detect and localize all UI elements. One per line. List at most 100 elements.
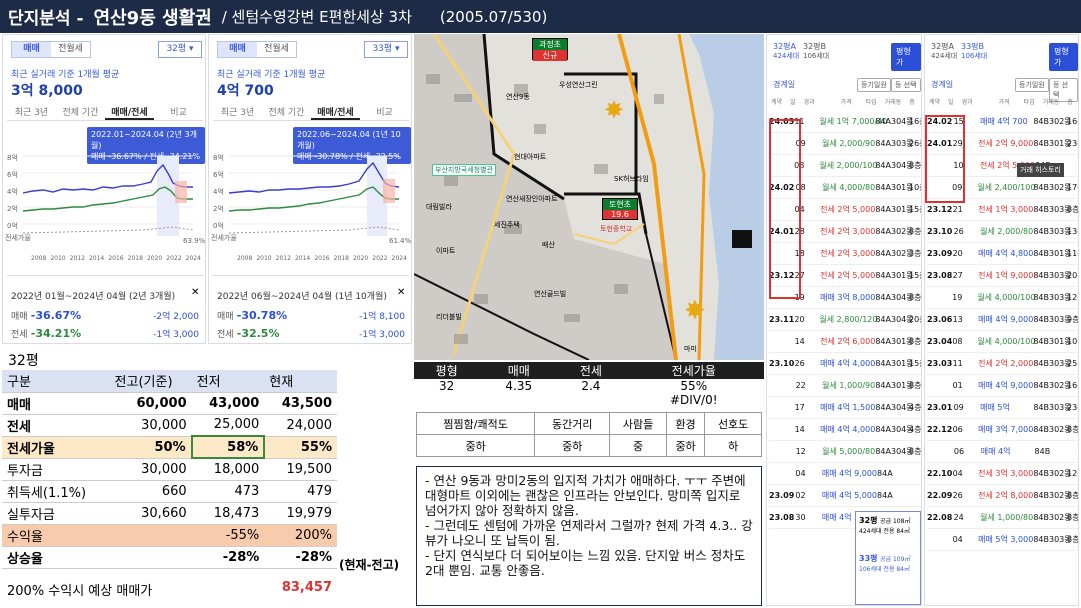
tx-price: 매매 4억 5,000: [821, 491, 878, 500]
tx-contract-month: 23.09: [927, 249, 953, 258]
tx-contract-day: 06: [952, 425, 963, 434]
tab-trade-rent[interactable]: 매매/전세: [311, 105, 360, 120]
school-marker-1[interactable]: 과정초 신규: [532, 38, 568, 61]
tx-building: 304동: [890, 161, 914, 170]
seg-rent[interactable]: 전월세: [51, 42, 90, 57]
tx-unit-type: 84A: [875, 249, 891, 258]
close-icon[interactable]: ✕: [191, 287, 199, 298]
tab-3y[interactable]: 최근 3년: [7, 105, 56, 120]
transaction-row[interactable]: 22.1004 전세 3억 3,00084B302동12층: [927, 463, 1078, 485]
tx-price: 매매 4억 9,000: [821, 469, 878, 478]
tx-unit-type: 84A: [877, 491, 893, 500]
close-icon[interactable]: ✕: [397, 287, 405, 298]
tab-all[interactable]: 전체 기간: [262, 105, 311, 120]
transaction-row[interactable]: 23.0920 매매 4억 4,80084B301동11층: [927, 243, 1078, 265]
tx-building: 302동: [1048, 183, 1072, 192]
tx-unit-type: 84B: [1033, 139, 1049, 148]
tx-floor: 9층: [1066, 315, 1079, 324]
tx-price: 월세 5,000/80: [822, 447, 876, 456]
transaction-row[interactable]: 04 매매 5억 3,000 84B 303동 8층: [927, 529, 1078, 551]
pyeong-select[interactable]: 32평 ▾: [158, 41, 202, 58]
transaction-row[interactable]: 19 월세 4,000/10084B303동12층: [927, 287, 1078, 309]
complex-star-marker-2[interactable]: ✸: [604, 96, 624, 124]
transaction-row[interactable]: 23.09 02 매매 4억 5,000 84A: [769, 485, 921, 507]
transaction-row[interactable]: 14 매매 4억 4,000 84A 304동 4층: [769, 419, 921, 441]
tx-contract-day: 08: [952, 337, 963, 346]
complex-star-marker[interactable]: ✸: [684, 296, 706, 326]
filter-button[interactable]: 등기일원: [1015, 78, 1049, 92]
tx-unit-type: 84B: [1033, 513, 1049, 522]
area-map[interactable]: 과정초 신규 토현초 19.6 ✸ ✸ 부산지방국세청별관 연산9동 우성연산그린 …: [414, 34, 764, 360]
tx-building: 302동: [1048, 381, 1072, 390]
tx-unit-type: 84B: [1033, 425, 1049, 434]
period-text: 2022년 01월~2024년 04월 (2년 3개월): [11, 292, 176, 302]
transaction-list-2: 32평A 33평B 424세대 106세대 평형가 경계일 등기일원 등 선택 …: [924, 34, 1079, 606]
transaction-row[interactable]: 04 매매 4억 9,000 84A: [769, 463, 921, 485]
tx-floor: 4층: [909, 403, 922, 412]
tx-floor: 20층: [909, 315, 921, 324]
tx-building: 301동: [891, 183, 914, 192]
avg-caption: 최근 실거래 기준 1개월 평균: [217, 70, 326, 80]
transaction-row[interactable]: 22 월세 1,000/90 84A 301동 8층: [769, 375, 921, 397]
tx-building: 301동: [891, 381, 914, 390]
tx-contract-month: 22.12: [927, 425, 953, 434]
tab-all[interactable]: 전체 기간: [56, 105, 105, 120]
trade-type-toggle[interactable]: 매매 전월세: [217, 41, 297, 58]
transaction-row[interactable]: 17 매매 4억 1,500 84A 304동 4층: [769, 397, 921, 419]
tx-unit-type: 84A: [875, 425, 891, 434]
tx-floor: 16층: [1067, 117, 1078, 126]
map-label: 세진주택: [494, 221, 520, 229]
transaction-row[interactable]: 23.0827 전세 1억 9,00084B303동20층: [927, 265, 1078, 287]
note-item: - 연산 9동과 망미2동의 입지적 가치가 애매하다. ㅜㅜ 주변에 대형마트…: [425, 473, 746, 518]
tx-contract-month: 23.06: [927, 315, 953, 324]
tab-trade-rent[interactable]: 매매/전세: [105, 105, 154, 120]
transaction-row[interactable]: 22.09 26 전세 2억 8,000 84B 302동 8층: [927, 485, 1078, 507]
transaction-row[interactable]: 23.06 13 매매 4억 9,000 84B 303동 9층: [927, 309, 1079, 331]
transaction-row[interactable]: 14 전세 2억 6,000 84A 301동 8층: [769, 331, 921, 353]
tx-price: 매매 4억 4,000: [820, 359, 876, 368]
tx-contract-day: 26: [953, 227, 964, 236]
transaction-row[interactable]: 23.1026 월세 2,000/8084B303동13층: [927, 221, 1078, 243]
tab-compare[interactable]: 비교: [360, 105, 409, 120]
transaction-row[interactable]: 06 매매 4억 84B: [927, 441, 1078, 463]
seg-trade[interactable]: 매매: [12, 42, 51, 57]
pyeong-price-button[interactable]: 평형가: [1049, 43, 1078, 71]
transaction-row[interactable]: 22.08 24 월세 1,000/80 84B 302동 8층: [927, 507, 1078, 529]
transaction-row[interactable]: 22.12 06 매매 3억 7,000 84B 302동 8층: [927, 419, 1078, 441]
seg-trade[interactable]: 매매: [218, 42, 257, 57]
tx-contract-month: 22.09: [927, 491, 953, 500]
transaction-row[interactable]: 23.1026 매매 4억 4,00084A301동15층: [769, 353, 921, 375]
transaction-row[interactable]: 23.0408 월세 4,000/10084B301동10층: [927, 331, 1078, 353]
pyeong-price-button[interactable]: 평형가: [891, 43, 921, 71]
tx-unit-type: 84B: [1033, 469, 1049, 478]
seg-rent[interactable]: 전월세: [257, 42, 296, 57]
transaction-row[interactable]: 12 월세 5,000/80 84A 304동 8층: [769, 441, 921, 463]
tab-compare[interactable]: 비교: [154, 105, 203, 120]
tx-contract-day: 12: [795, 447, 806, 456]
tx-price: 매매 4억 4,000: [820, 425, 876, 434]
tx-unit-type: 84A: [875, 117, 891, 126]
trade-type-toggle[interactable]: 매매 전월세: [11, 41, 91, 58]
tx-contract-day: 02: [795, 491, 806, 500]
filter-button[interactable]: 등 선택: [891, 78, 921, 92]
transaction-row[interactable]: 23.0311 전세 2억 2,00084B303동25층: [927, 353, 1078, 375]
tx-unit-type: 84B: [1034, 447, 1051, 456]
price-chart-panel-32: 매매 전월세 32평 ▾ 최근 실거래 기준 1개월 평균 3억 8,000 최…: [2, 34, 206, 344]
tx-building: 301동: [1048, 337, 1072, 346]
tx-building: 304동: [891, 403, 914, 412]
tx-contract-month: 23.01: [927, 403, 953, 412]
filter-button[interactable]: 등기일원: [857, 78, 891, 92]
tx-floor: 15층: [909, 359, 921, 368]
pyeong-select[interactable]: 33평 ▾: [364, 41, 408, 58]
tab-3y[interactable]: 최근 3년: [213, 105, 262, 120]
transaction-row[interactable]: 01 매매 4억 9,00084B302동16층: [927, 375, 1078, 397]
school-marker-2[interactable]: 토현초 19.6: [602, 198, 638, 220]
map-label: 우성연산그린: [559, 81, 598, 89]
tx-price: 월세 4,000/100: [977, 293, 1036, 302]
tx-building: 303동: [1049, 227, 1072, 236]
transaction-row[interactable]: 23.0109 매매 5억 84B303동23층: [927, 397, 1078, 419]
tx-price: 월세 1,000/90: [822, 381, 876, 390]
tx-price: 전세 2억 5,000: [820, 271, 876, 280]
tx-price: 매매 3억 7,000: [978, 425, 1034, 434]
transaction-row[interactable]: 23.1120 월세 2,800/12084A304동20층: [769, 309, 921, 331]
